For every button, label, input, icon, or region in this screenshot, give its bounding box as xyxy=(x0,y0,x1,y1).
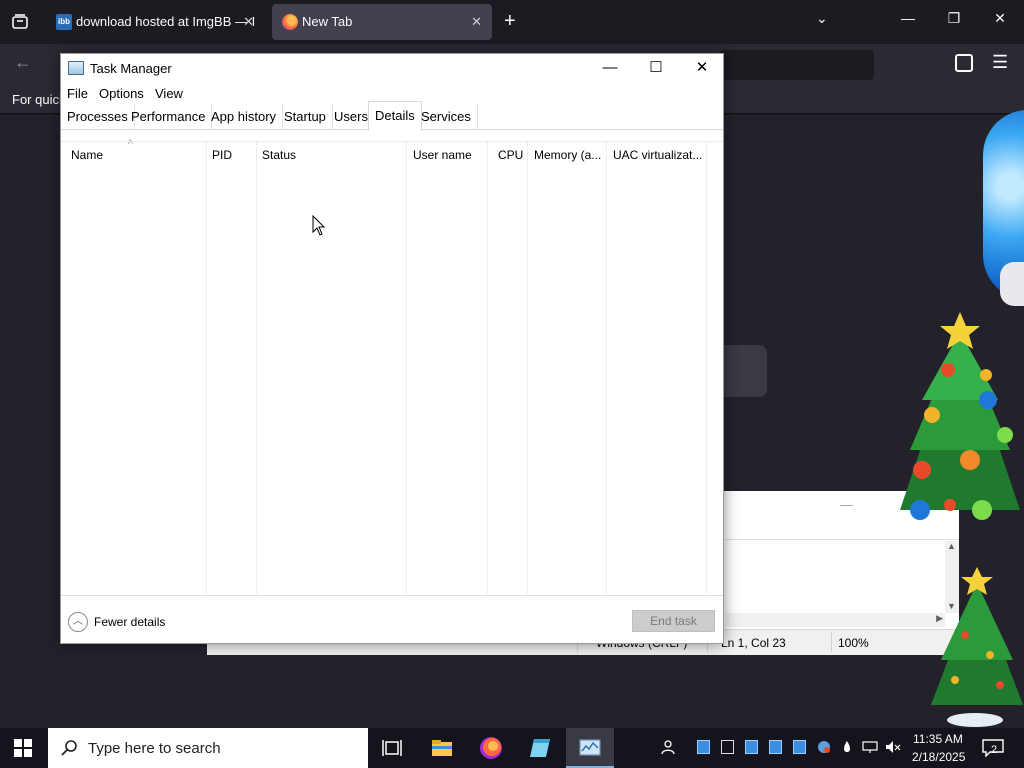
back-arrow-icon[interactable]: ← xyxy=(14,52,32,73)
search-placeholder: Type here to search xyxy=(88,740,221,757)
column-header-memory[interactable]: Memory (a... xyxy=(529,142,605,168)
app-tray-icon[interactable] xyxy=(769,740,782,754)
minimize-button[interactable]: — xyxy=(840,497,853,512)
christmas-tree-gadget xyxy=(931,567,1023,727)
firefox-icon xyxy=(282,14,298,30)
title-bar[interactable]: Task Manager — ☐ ✕ xyxy=(61,54,723,82)
task-manager-window: Task Manager — ☐ ✕ File Options View Pro… xyxy=(60,53,724,644)
restore-button[interactable]: ❐ xyxy=(944,10,964,27)
task-manager-icon xyxy=(68,61,84,75)
column-header-status[interactable]: Status xyxy=(257,142,405,168)
browser-tab-active[interactable]: New Tab ✕ xyxy=(272,4,492,40)
imgbb-icon: ibb xyxy=(56,14,72,30)
task-manager-icon[interactable] xyxy=(578,736,602,760)
browser-tab-bar: ibb download hosted at ImgBB — I ✕ New T… xyxy=(0,0,1024,44)
tab-strip: Processes Performance App history Startu… xyxy=(61,101,723,131)
christmas-tree-gadget xyxy=(900,312,1020,520)
close-icon[interactable]: ✕ xyxy=(243,4,254,40)
file-explorer-icon[interactable] xyxy=(430,736,454,760)
minimize-button[interactable]: — xyxy=(898,10,918,26)
end-task-button[interactable]: End task xyxy=(632,610,715,632)
tab-title: download hosted at ImgBB — I xyxy=(76,14,256,29)
menu-options[interactable]: Options xyxy=(99,86,144,101)
close-button[interactable]: ✕ xyxy=(679,54,725,82)
notepad-icon[interactable] xyxy=(528,736,552,760)
menu-view[interactable]: View xyxy=(155,86,183,101)
footer: ︿ Fewer details End task xyxy=(61,595,723,643)
status-position: Ln 1, Col 23 xyxy=(721,636,786,650)
process-details-list[interactable] xyxy=(61,167,723,594)
tab-performance[interactable]: Performance xyxy=(125,104,213,130)
column-header-row: Name PID Status User name CPU Memory (a.… xyxy=(61,141,723,167)
snow-globe-base xyxy=(1000,262,1024,306)
scroll-up-icon[interactable]: ▲ xyxy=(947,541,956,551)
column-header-user-name[interactable]: User name xyxy=(408,142,486,168)
bookmarks-toolbar-text: For quick xyxy=(12,92,66,107)
task-view-icon[interactable] xyxy=(380,736,404,760)
app-tray-icon[interactable] xyxy=(745,740,758,754)
divider xyxy=(831,632,832,652)
column-header-cpu[interactable]: CPU xyxy=(493,142,527,168)
extensions-icon[interactable] xyxy=(955,54,973,72)
notification-count-badge: 2 xyxy=(991,744,998,756)
status-zoom: 100% xyxy=(838,636,869,650)
people-icon[interactable] xyxy=(660,740,676,754)
column-header-name[interactable]: Name xyxy=(66,142,206,168)
tab-processes[interactable]: Processes xyxy=(61,104,135,130)
menu-file[interactable]: File xyxy=(67,86,88,101)
droplet-icon[interactable] xyxy=(841,740,853,754)
close-button[interactable]: ✕ xyxy=(990,10,1010,27)
tab-title: New Tab xyxy=(302,14,353,29)
app-tray-icon[interactable] xyxy=(721,740,734,754)
minimize-button[interactable]: — xyxy=(587,54,633,82)
browser-tab[interactable]: ibb download hosted at ImgBB — I ✕ xyxy=(46,4,264,40)
volume-muted-icon[interactable] xyxy=(885,740,901,754)
clock-date[interactable]: 2/18/2025 xyxy=(912,750,965,764)
app-tray-icon[interactable] xyxy=(793,740,806,754)
url-bar[interactable] xyxy=(720,50,874,80)
tab-startup[interactable]: Startup xyxy=(278,104,333,130)
windows-start-icon[interactable] xyxy=(14,739,32,757)
hamburger-menu-icon[interactable]: ☰ xyxy=(992,52,1008,73)
fewer-details-link[interactable]: Fewer details xyxy=(94,615,165,629)
shortcut-tile[interactable] xyxy=(722,345,767,397)
close-icon[interactable]: ✕ xyxy=(471,4,482,40)
new-tab-button[interactable]: + xyxy=(504,10,516,33)
chevron-down-icon[interactable]: ⌄ xyxy=(816,10,828,27)
column-header-pid[interactable]: PID xyxy=(207,142,255,168)
network-sharing-icon[interactable] xyxy=(816,740,832,754)
taskbar-search-box[interactable]: Type here to search xyxy=(48,728,368,768)
column-header-uac-virtualization[interactable]: UAC virtualizat... xyxy=(608,142,706,168)
tab-services[interactable]: Services xyxy=(415,104,478,130)
firefox-icon[interactable] xyxy=(479,736,503,760)
chevron-up-icon[interactable]: ︿ xyxy=(68,612,88,632)
list-all-tabs-icon[interactable] xyxy=(8,10,32,34)
horizontal-scrollbar[interactable]: ▶ xyxy=(725,613,945,627)
tab-details[interactable]: Details xyxy=(368,101,422,131)
search-icon xyxy=(61,740,77,756)
clock-time[interactable]: 11:35 AM xyxy=(913,732,963,746)
tab-app-history[interactable]: App history xyxy=(205,104,284,130)
app-tray-icon[interactable] xyxy=(697,740,710,754)
maximize-button[interactable]: ☐ xyxy=(633,54,679,82)
network-icon[interactable] xyxy=(862,740,878,754)
window-title: Task Manager xyxy=(90,61,172,76)
mouse-cursor-icon xyxy=(312,215,326,236)
